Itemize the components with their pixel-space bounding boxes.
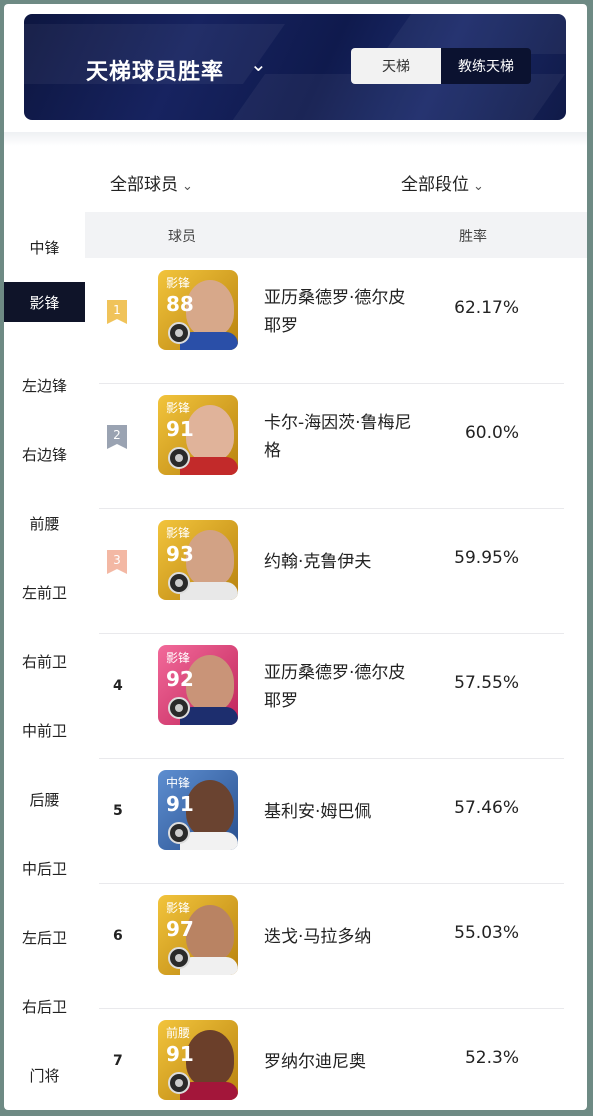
table-row[interactable]: 2 影锋 91 卡尔-海因茨·鲁梅尼格 60.0%	[99, 383, 564, 509]
rank-badge-bronze-icon: 3	[107, 550, 127, 574]
club-badge-icon	[168, 947, 190, 969]
sidebar-item-rwf[interactable]: 右边锋	[4, 434, 85, 474]
win-rate: 52.3%	[464, 1048, 519, 1068]
sidebar-item-amf[interactable]: 前腰	[4, 503, 85, 543]
player-card: 影锋 88	[158, 270, 238, 350]
player-name: 亚历桑德罗·德尔皮耶罗	[264, 663, 406, 711]
tab-ladder[interactable]: 天梯	[351, 48, 441, 84]
sidebar-item-rb[interactable]: 右后卫	[4, 986, 85, 1026]
rank-number: 4	[113, 678, 123, 694]
divider	[4, 132, 587, 146]
table-row[interactable]: 3 影锋 93 约翰·克鲁伊夫 59.95%	[99, 508, 564, 634]
win-rate: 60.0%	[464, 423, 519, 443]
table-row[interactable]: 5 中锋 91 基利安·姆巴佩 57.46%	[99, 758, 564, 884]
player-card: 影锋 92	[158, 645, 238, 725]
club-badge-icon	[168, 1072, 190, 1094]
win-rate: 59.95%	[454, 548, 519, 568]
card-position: 影锋	[166, 276, 191, 290]
card-position: 影锋	[166, 651, 191, 665]
sidebar-item-ss[interactable]: 影锋	[4, 282, 85, 322]
app-frame: 天梯球员胜率 ⌄ 天梯 教练天梯 全部球员 ⌄ 全部段位 ⌄ 中锋 影锋 左边锋 右…	[4, 4, 587, 1110]
chevron-down-icon[interactable]: ⌄	[250, 52, 267, 76]
player-card: 影锋 97	[158, 895, 238, 975]
player-name: 卡尔-海因茨·鲁梅尼格	[264, 413, 412, 461]
sidebar-item-dmf[interactable]: 后腰	[4, 779, 85, 819]
table-row[interactable]: 4 影锋 92 亚历桑德罗·德尔皮耶罗 57.55%	[99, 633, 564, 759]
tier-filter-label: 全部段位	[401, 175, 469, 195]
sidebar-item-lwf[interactable]: 左边锋	[4, 365, 85, 405]
player-card: 影锋 91	[158, 395, 238, 475]
card-rating: 91	[166, 1042, 194, 1066]
page-title[interactable]: 天梯球员胜率	[86, 54, 224, 86]
sidebar-item-rmf[interactable]: 右前卫	[4, 641, 85, 681]
card-rating: 93	[166, 542, 194, 566]
card-position: 中锋	[166, 776, 191, 790]
player-name: 罗纳尔迪尼奥	[264, 1052, 366, 1072]
table-header: 球员 胜率	[85, 212, 587, 258]
column-header-winrate: 胜率	[459, 229, 487, 245]
club-badge-icon	[168, 697, 190, 719]
card-rating: 88	[166, 292, 194, 316]
club-badge-icon	[168, 322, 190, 344]
sidebar-item-lb[interactable]: 左后卫	[4, 917, 85, 957]
win-rate: 62.17%	[454, 298, 519, 318]
player-filter-label: 全部球员	[110, 175, 178, 195]
table-row[interactable]: 1 影锋 88 亚历桑德罗·德尔皮耶罗 62.17%	[99, 258, 564, 384]
sidebar-item-cf[interactable]: 中锋	[4, 227, 85, 267]
chevron-down-icon: ⌄	[473, 179, 484, 194]
player-name: 基利安·姆巴佩	[264, 802, 372, 822]
card-rating: 91	[166, 792, 194, 816]
sidebar-item-gk[interactable]: 门将	[4, 1055, 85, 1095]
card-position: 影锋	[166, 401, 191, 415]
tier-filter[interactable]: 全部段位 ⌄	[401, 170, 484, 195]
rank-number: 6	[113, 928, 123, 944]
sidebar-item-lmf[interactable]: 左前卫	[4, 572, 85, 612]
tab-coach-ladder[interactable]: 教练天梯	[441, 48, 531, 84]
column-header-player: 球员	[168, 229, 196, 245]
club-badge-icon	[168, 822, 190, 844]
win-rate: 57.46%	[454, 798, 519, 818]
player-name: 迭戈·马拉多纳	[264, 927, 372, 947]
sidebar-item-cb[interactable]: 中后卫	[4, 848, 85, 888]
rank-number: 5	[113, 803, 123, 819]
rank-badge-silver-icon: 2	[107, 425, 127, 449]
rank-badge-gold-icon: 1	[107, 300, 127, 324]
win-rate: 57.55%	[454, 673, 519, 693]
rank-number: 7	[113, 1053, 123, 1069]
mode-toggle: 天梯 教练天梯	[351, 48, 531, 84]
rank-number: 1	[113, 303, 121, 317]
player-card: 影锋 93	[158, 520, 238, 600]
player-card: 前腰 91	[158, 1020, 238, 1100]
card-position: 影锋	[166, 526, 191, 540]
rank-number: 3	[113, 553, 121, 567]
win-rate: 55.03%	[454, 923, 519, 943]
card-rating: 92	[166, 667, 194, 691]
player-card: 中锋 91	[158, 770, 238, 850]
rank-number: 2	[113, 428, 121, 442]
table-row[interactable]: 7 前腰 91 罗纳尔迪尼奥 52.3%	[99, 1008, 564, 1110]
player-filter[interactable]: 全部球员 ⌄	[110, 170, 193, 195]
card-rating: 91	[166, 417, 194, 441]
card-rating: 97	[166, 917, 194, 941]
header-banner: 天梯球员胜率 ⌄ 天梯 教练天梯	[24, 14, 566, 120]
chevron-down-icon: ⌄	[182, 179, 193, 194]
player-name: 亚历桑德罗·德尔皮耶罗	[264, 288, 406, 336]
club-badge-icon	[168, 572, 190, 594]
club-badge-icon	[168, 447, 190, 469]
sidebar-item-cmf[interactable]: 中前卫	[4, 710, 85, 750]
card-position: 影锋	[166, 901, 191, 915]
card-position: 前腰	[166, 1026, 191, 1040]
player-name: 约翰·克鲁伊夫	[264, 552, 372, 572]
table-row[interactable]: 6 影锋 97 迭戈·马拉多纳 55.03%	[99, 883, 564, 1009]
